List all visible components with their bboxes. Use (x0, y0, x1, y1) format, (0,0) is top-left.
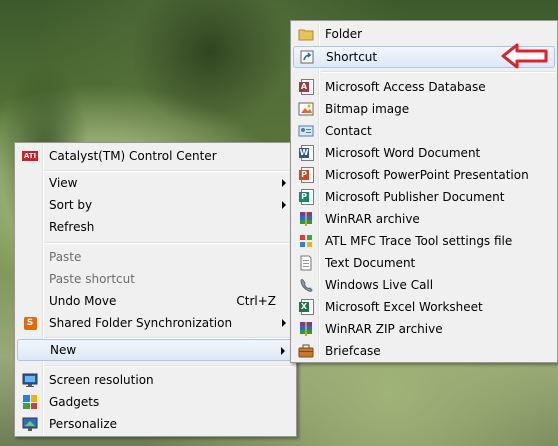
excel-icon: X (298, 299, 314, 315)
menu-item-label: Shared Folder Synchronization (49, 316, 233, 330)
new-item-atl-mfc-trace[interactable]: ATL MFC Trace Tool settings file (293, 230, 555, 252)
menu-item-label: Catalyst(TM) Control Center (49, 149, 217, 163)
powerpoint-icon: P (298, 167, 314, 183)
personalize-icon (22, 416, 38, 432)
menu-item-label: Refresh (49, 220, 95, 234)
menu-item-label: Paste (49, 250, 82, 264)
menu-item-label: Microsoft Excel Worksheet (325, 300, 483, 314)
menu-item-gadgets[interactable]: Gadgets (17, 391, 294, 413)
menu-item-sort-by[interactable]: Sort by (17, 194, 294, 216)
folder-icon (298, 26, 314, 42)
shortcut-icon (299, 49, 315, 65)
menu-item-label: View (49, 176, 78, 190)
menu-item-shortcut: Ctrl+Z (236, 294, 276, 308)
word-icon: W (298, 145, 314, 161)
menu-item-new[interactable]: New (17, 339, 294, 361)
new-item-windows-live-call[interactable]: Windows Live Call (293, 274, 555, 296)
new-submenu: Folder Shortcut A Microsoft Access Datab… (290, 20, 558, 363)
menu-item-undo-move[interactable]: Undo Move Ctrl+Z (17, 290, 294, 312)
menu-item-label: Folder (325, 27, 363, 41)
submenu-arrow-icon (282, 319, 286, 327)
menu-item-label: Undo Move (49, 294, 117, 308)
new-item-winrar-zip[interactable]: WinRAR ZIP archive (293, 318, 555, 340)
submenu-arrow-icon (282, 179, 286, 187)
menu-item-label: Microsoft Access Database (325, 80, 486, 94)
live-call-icon (298, 277, 314, 293)
bitmap-icon (298, 101, 314, 117)
menu-item-label: Microsoft PowerPoint Presentation (325, 168, 529, 182)
monitor-icon (22, 372, 38, 388)
menu-item-screen-resolution[interactable]: Screen resolution (17, 369, 294, 391)
publisher-icon: P (298, 189, 314, 205)
submenu-arrow-icon (282, 201, 286, 209)
menu-item-personalize[interactable]: Personalize (17, 413, 294, 435)
menu-item-label: ATL MFC Trace Tool settings file (325, 234, 513, 248)
menu-item-label: Contact (325, 124, 372, 138)
menu-item-label: Gadgets (49, 395, 100, 409)
menu-item-catalyst[interactable]: ATI Catalyst(TM) Control Center (17, 145, 294, 167)
menu-item-paste-shortcut[interactable]: Paste shortcut (17, 268, 294, 290)
new-item-bitmap[interactable]: Bitmap image (293, 98, 555, 120)
menu-item-label: Screen resolution (49, 373, 154, 387)
submenu-arrow-icon (281, 347, 285, 355)
menu-item-label: Text Document (325, 256, 416, 270)
menu-item-label: Microsoft Word Document (325, 146, 481, 160)
menu-item-label: Paste shortcut (49, 272, 135, 286)
menu-item-refresh[interactable]: Refresh (17, 216, 294, 238)
new-item-excel-worksheet[interactable]: X Microsoft Excel Worksheet (293, 296, 555, 318)
menu-item-label: Personalize (49, 417, 118, 431)
menu-item-label: New (50, 343, 77, 357)
menu-item-label: Shortcut (326, 50, 378, 64)
menu-item-label: Sort by (49, 198, 93, 212)
desktop-context-menu: ATI Catalyst(TM) Control Center View Sor… (14, 142, 297, 437)
menu-item-label: Briefcase (325, 344, 381, 358)
menu-item-label: WinRAR archive (325, 212, 420, 226)
menu-item-label: WinRAR ZIP archive (325, 322, 443, 336)
menu-item-paste[interactable]: Paste (17, 246, 294, 268)
new-item-text-document[interactable]: Text Document (293, 252, 555, 274)
new-item-publisher[interactable]: P Microsoft Publisher Document (293, 186, 555, 208)
new-item-contact[interactable]: Contact (293, 120, 555, 142)
gadgets-icon (22, 394, 38, 410)
red-callout-arrow-icon (501, 43, 548, 69)
new-item-powerpoint[interactable]: P Microsoft PowerPoint Presentation (293, 164, 555, 186)
menu-item-label: Bitmap image (325, 102, 410, 116)
ati-icon: ATI (22, 151, 38, 161)
menu-item-label: Microsoft Publisher Document (325, 190, 505, 204)
new-item-winrar-archive[interactable]: WinRAR archive (293, 208, 555, 230)
text-icon (298, 255, 314, 271)
winrar-zip-icon (298, 321, 314, 337)
sync-icon: S (23, 316, 37, 330)
access-icon: A (298, 79, 314, 95)
new-item-access-database[interactable]: A Microsoft Access Database (293, 76, 555, 98)
contact-icon (298, 123, 314, 139)
winrar-icon (298, 211, 314, 227)
atl-icon (298, 233, 314, 249)
briefcase-icon (298, 343, 314, 359)
new-item-briefcase[interactable]: Briefcase (293, 340, 555, 362)
menu-item-label: Windows Live Call (325, 278, 434, 292)
menu-item-shared-folder-sync[interactable]: S Shared Folder Synchronization (17, 312, 294, 334)
menu-item-view[interactable]: View (17, 172, 294, 194)
new-item-word-document[interactable]: W Microsoft Word Document (293, 142, 555, 164)
